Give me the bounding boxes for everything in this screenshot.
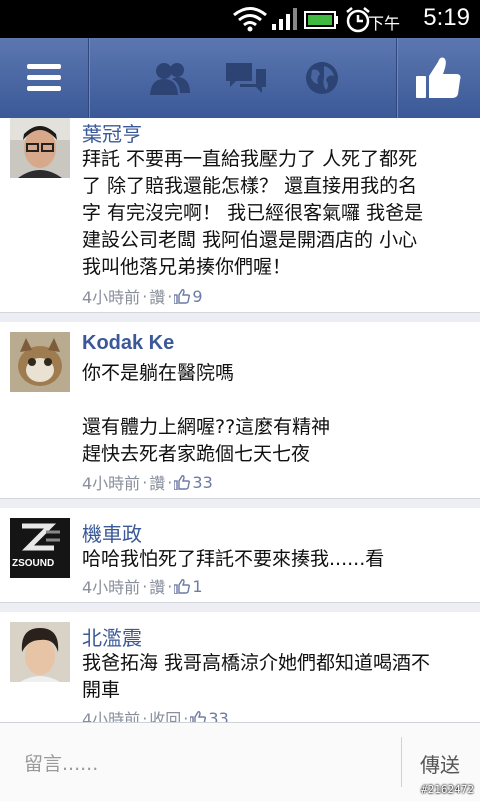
like-count: 9 <box>192 286 203 306</box>
comment-meta: 4小時前 · 讚 · 33 <box>82 470 213 494</box>
like-link[interactable]: 讚 <box>149 470 165 494</box>
commenter-name[interactable]: 北濫震 <box>82 622 142 651</box>
avatar[interactable] <box>10 622 70 682</box>
avatar[interactable] <box>10 332 70 392</box>
like-count: 33 <box>192 472 213 492</box>
avatar[interactable]: ZSOUND <box>10 518 70 578</box>
comment-feed[interactable]: 葉冠亨 拜託 不要再一直給我壓力了 人死了都死 了 除了賠我還能怎樣？ 還直接用… <box>0 118 480 722</box>
comment-item: 北濫震 我爸拓海 我哥高橋涼介她們都知道喝酒不 開車 4小時前 · 收回 · 3… <box>0 612 480 722</box>
comment-composer: 留言...... 傳送 <box>0 722 480 801</box>
avatar-text: ZSOUND <box>12 558 55 569</box>
comment-time: 4小時前 <box>82 474 141 493</box>
like-page-button[interactable] <box>397 38 480 118</box>
like-link[interactable]: 讚 <box>149 574 165 598</box>
like-link[interactable]: 讚 <box>149 284 165 308</box>
messages-button[interactable] <box>216 38 276 118</box>
comment-item: 葉冠亨 拜託 不要再一直給我壓力了 人死了都死 了 除了賠我還能怎樣？ 還直接用… <box>0 118 480 313</box>
comment-item: Kodak Ke 你不是躺在醫院嗎 還有體力上網喔??這麼有精神 趕快去死者家跪… <box>0 322 480 499</box>
like-count: 1 <box>192 576 203 596</box>
hamburger-icon <box>27 64 61 91</box>
thumbs-up-icon <box>415 57 460 98</box>
comment-text: 拜託 不要再一直給我壓力了 人死了都死 了 除了賠我還能怎樣？ 還直接用我的名 … <box>82 148 424 278</box>
commenter-name[interactable]: 機車政 <box>82 518 142 547</box>
friend-requests-button[interactable] <box>140 38 200 118</box>
unlike-link[interactable]: 收回 <box>149 706 181 722</box>
commenter-name[interactable]: Kodak Ke <box>82 332 174 355</box>
comment-item: ZSOUND 機車政 哈哈我怕死了拜託不要來揍我......看 4小時前 · 讚… <box>0 508 480 603</box>
comment-meta: 4小時前 · 收回 · 33 <box>82 706 229 722</box>
like-count: 33 <box>208 708 229 723</box>
send-button[interactable]: 傳送 <box>420 749 460 778</box>
signal-icon <box>272 8 297 30</box>
avatar[interactable] <box>10 118 70 178</box>
comment-text: 你不是躺在醫院嗎 還有體力上網喔??這麼有精神 趕快去死者家跪個七天七夜 <box>82 362 331 465</box>
ampm-label: 下午 <box>367 14 400 33</box>
comment-text: 哈哈我怕死了拜託不要來揍我......看 <box>82 548 385 570</box>
thumbs-up-icon <box>174 474 191 490</box>
comment-meta: 4小時前 · 讚 · 9 <box>82 284 203 308</box>
composer-divider <box>401 737 402 787</box>
wifi-icon <box>233 7 267 32</box>
thumbs-up-icon <box>174 578 191 594</box>
globe-icon <box>306 62 338 94</box>
clock-time: 5:19 <box>423 4 470 31</box>
top-navbar <box>0 38 480 119</box>
comment-time: 4小時前 <box>82 578 141 597</box>
watermark: #2162472 <box>421 783 474 796</box>
comment-text: 我爸拓海 我哥高橋涼介她們都知道喝酒不 開車 <box>82 652 431 701</box>
comment-time: 4小時前 <box>82 288 141 307</box>
thumbs-up-icon <box>174 288 191 304</box>
battery-icon <box>304 11 338 29</box>
nav-divider <box>88 38 89 118</box>
thumbs-up-icon <box>190 710 207 722</box>
comment-input[interactable]: 留言...... <box>24 749 98 776</box>
messages-icon <box>226 63 266 93</box>
comment-time: 4小時前 <box>82 710 141 722</box>
friends-icon <box>150 63 190 95</box>
commenter-name[interactable]: 葉冠亨 <box>82 118 142 147</box>
status-bar: 下午 5:19 <box>0 0 480 38</box>
notifications-button[interactable] <box>292 38 352 118</box>
menu-button[interactable] <box>0 38 88 118</box>
comment-meta: 4小時前 · 讚 · 1 <box>82 574 203 598</box>
